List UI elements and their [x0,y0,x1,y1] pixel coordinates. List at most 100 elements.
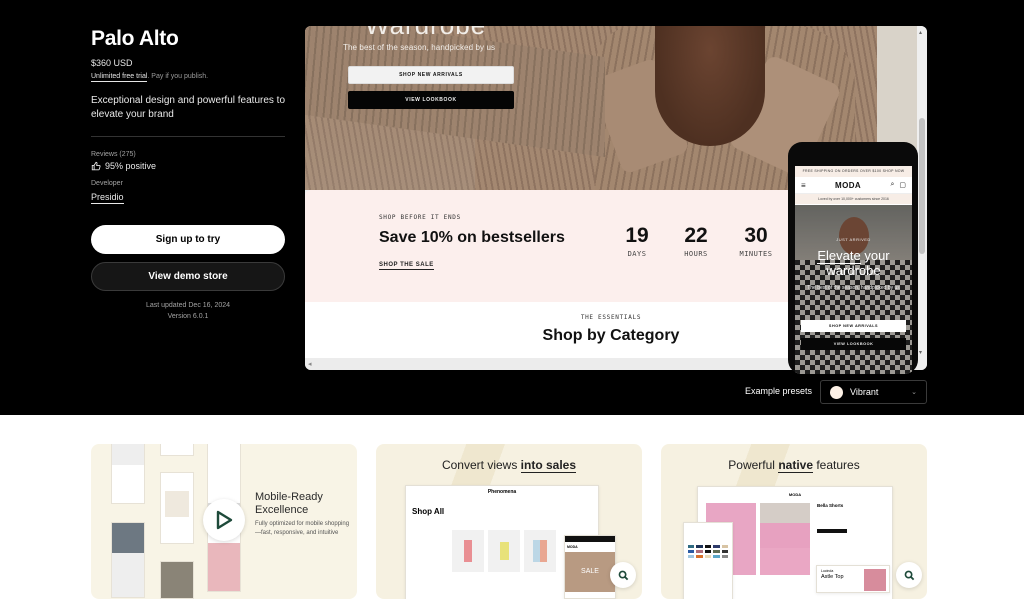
mobile-shop-new-arrivals-button[interactable]: SHOP NEW ARRIVALS [801,320,906,332]
mobile-nav: ≡ MODA ⌕ ▢ [795,177,912,194]
trial-note: . Pay if you publish. [147,73,209,80]
card-title-text: Powerful [728,458,779,472]
mobile-preview[interactable]: FREE SHIPPING ON ORDERS OVER $100 SHOP N… [788,142,918,374]
free-trial-link[interactable]: Unlimited free trial [91,73,148,82]
vertical-scrollbar[interactable]: ▴ ▾ [917,26,927,370]
bag-icon[interactable]: ▢ [899,181,906,189]
countdown-days: 19 DAYS [612,224,662,259]
popup-product-image [864,569,886,591]
mobile-hero: JUST ARRIVED Elevate your wardrobe The b… [795,205,912,374]
card-title-text: Convert views [441,458,521,472]
scrollbar-thumb[interactable] [919,118,925,254]
zoom-button[interactable] [610,562,636,588]
version: Version 6.0.1 [167,313,209,320]
countdown-label: DAYS [627,250,647,258]
last-updated: Last updated Dec 16, 2024 [145,302,231,309]
preset-swatch [830,385,843,399]
card-title: Convert views into sales [376,458,642,473]
card-title: Powerful native features [661,458,927,473]
countdown-minutes: 30 MINUTES [731,224,781,259]
mobile-screen: FREE SHIPPING ON ORDERS OVER $100 SHOP N… [795,166,912,374]
search-icon [904,570,914,580]
play-icon [216,510,233,530]
shop-the-sale-link[interactable]: SHOP THE SALE [379,262,434,270]
countdown-label: HOURS [684,250,708,258]
scroll-up-icon[interactable]: ▴ [919,29,922,36]
card-thumbnail [111,444,145,504]
hero-subtitle: The best of the season, handpicked by us [343,43,496,52]
product-image [499,542,509,560]
popup-label: Lucinda [821,569,834,573]
hero-heading: Wardrobe [365,26,486,41]
mobile-hero-eyebrow: JUST ARRIVED [836,237,871,242]
color-swatches [688,545,728,558]
sale-title: Save 10% on bestsellers [379,229,565,246]
sign-up-button[interactable]: Sign up to try [91,225,285,254]
search-icon [618,570,628,580]
mobile-nav-icons: ⌕ ▢ [890,181,906,189]
card-thumbnail [160,444,194,456]
preset-dropdown[interactable]: Vibrant ⌄ [820,380,927,404]
example-presets-label: Example presets [745,386,813,396]
photo-neck [655,26,765,146]
trial-info: Unlimited free trial. Pay if you publish… [91,73,285,82]
play-video-button[interactable] [203,499,245,541]
zoom-button[interactable] [896,562,922,588]
scroll-left-icon[interactable]: ◂ [308,360,312,368]
update-info: Last updated Dec 16, 2024 Version 6.0.1 [91,300,285,322]
mobile-loved-bar: Loved by over 10,000+ customers since 20… [795,194,912,204]
overlay-banner: SALE [565,552,615,592]
filter-panel-screenshot [683,522,733,599]
card-description: Fully optimized for mobile shopping—fast… [255,521,350,536]
card-title-emphasis: native [778,458,813,473]
theme-info-panel: Palo Alto $360 USD Unlimited free trial.… [91,26,285,322]
feature-card-mobile[interactable]: Mobile-Ready Excellence Fully optimized … [91,444,357,599]
countdown-value: 22 [684,224,708,247]
search-icon[interactable]: ⌕ [890,181,894,189]
shop-new-arrivals-button[interactable]: SHOP NEW ARRIVALS [348,66,514,84]
shop-heading: Shop All [412,507,445,516]
card-thumbnail [160,472,194,544]
product-thumbnail [524,530,556,572]
menu-icon[interactable]: ≡ [801,181,806,190]
product-image [464,540,472,562]
mobile-view-lookbook-button[interactable]: VIEW LOOKBOOK [801,338,906,350]
scroll-down-icon[interactable]: ▾ [919,349,922,356]
countdown-value: 30 [744,224,768,247]
rating-text: 95% positive [105,161,157,171]
preset-selected: Vibrant [850,387,879,397]
overlay-topbar [565,536,615,542]
countdown-value: 19 [625,224,649,247]
product-thumbnail [452,530,484,572]
sale-eyebrow: SHOP BEFORE IT ENDS [379,214,461,221]
theme-price: $360 USD [91,58,133,68]
developer-link[interactable]: Presidio [91,192,124,204]
card-title-emphasis: into sales [520,458,577,473]
theme-title: Palo Alto [91,27,179,50]
card-thumbnail [111,522,145,598]
reviews-label[interactable]: Reviews (275) [91,151,285,158]
overlay-brand: MODA [567,545,578,549]
shop-brand: Phenomena [487,489,517,495]
hero-section: Palo Alto $360 USD Unlimited free trial.… [0,0,1024,415]
mobile-hero-title-underlined: Elevate [817,248,861,264]
card-title: Mobile-Ready Excellence [255,491,323,516]
mobile-overlay-screenshot: MODA SALE [564,535,616,599]
card-thumbnail [160,561,194,599]
countdown-label: MINUTES [739,250,773,258]
developer-label: Developer [91,180,123,187]
theme-tagline: Exceptional design and powerful features… [91,95,286,120]
view-lookbook-button[interactable]: VIEW LOOKBOOK [348,91,514,109]
mobile-promo-bar: FREE SHIPPING ON ORDERS OVER $100 SHOP N… [795,166,912,177]
chevron-down-icon: ⌄ [911,389,917,396]
product-image [760,503,810,575]
view-demo-store-button[interactable]: View demo store [91,262,285,291]
mobile-hero-title: Elevate your wardrobe [795,248,912,278]
product-name: Bella Shorts [817,503,844,508]
thumbs-up-icon [91,161,101,171]
feature-card-native[interactable]: Powerful native features MODA Bella Shor… [661,444,927,599]
card-title-text: features [813,458,860,472]
divider [91,136,285,137]
feature-card-convert[interactable]: Convert views into sales Phenomena Shop … [376,444,642,599]
rating: 95% positive [91,161,285,171]
